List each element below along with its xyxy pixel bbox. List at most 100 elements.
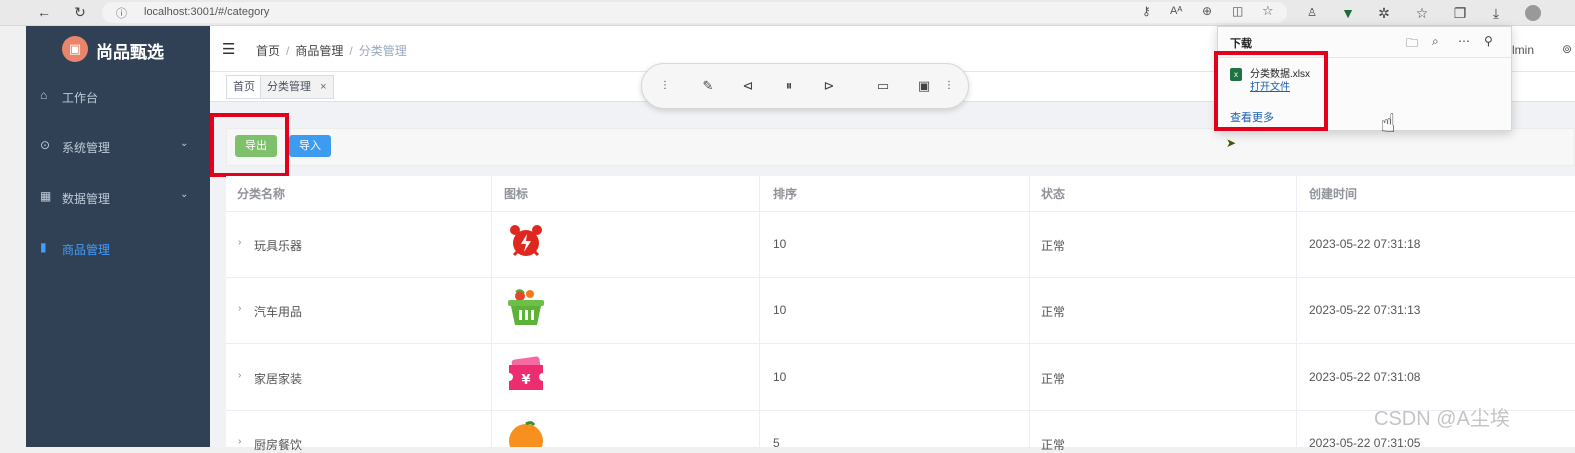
download-icon[interactable]: ⤓	[1486, 3, 1506, 23]
column-header-status: 状态	[1029, 176, 1296, 212]
mouse-pointer-icon: ➤	[1226, 136, 1237, 150]
cell-sort: 10	[773, 303, 787, 317]
chevron-down-icon: ⌄	[180, 189, 189, 200]
zoom-icon[interactable]: ⊕	[1202, 4, 1212, 18]
location-icon: ⊙	[40, 138, 51, 152]
extensions-icon[interactable]: ✲	[1374, 3, 1394, 23]
column-divider	[1296, 176, 1297, 447]
sidebar-item-product[interactable]: ▮ 商品管理	[26, 228, 210, 268]
column-divider	[1029, 176, 1030, 447]
sidebar-item-data[interactable]: ▦ 数据管理 ⌄	[26, 177, 210, 217]
hamburger-icon[interactable]: ☰	[222, 40, 235, 58]
cell-name: 玩具乐器	[254, 239, 303, 253]
cell-status: 正常	[1041, 239, 1066, 253]
info-icon[interactable]: ⓘ	[116, 5, 127, 21]
cell-sort: 10	[773, 237, 787, 251]
row-divider	[226, 410, 1575, 411]
expand-arrow-icon[interactable]: ›	[238, 436, 241, 447]
url-text: localhost:3001/#/category	[144, 6, 270, 18]
download-title: 下载	[1230, 38, 1252, 50]
more-icon[interactable]: ⋮	[940, 77, 958, 95]
settings-icon[interactable]: ⊚	[1562, 42, 1572, 56]
save-as-icon[interactable]: ▣	[915, 77, 933, 95]
open-folder-icon[interactable]: 🗀	[1406, 34, 1418, 55]
expand-arrow-icon[interactable]: ›	[238, 237, 241, 248]
read-aloud-icon[interactable]: Aᴬ	[1170, 5, 1182, 17]
cell-status: 正常	[1041, 372, 1066, 386]
expand-arrow-icon[interactable]: ›	[238, 370, 241, 381]
cell-created: 2023-05-22 07:31:13	[1309, 303, 1421, 317]
favorites-icon[interactable]: ☆	[1412, 3, 1432, 23]
extension-v-icon[interactable]: ▼	[1338, 3, 1358, 23]
next-icon[interactable]: ⊳	[820, 77, 838, 95]
more-icon[interactable]: ⋯	[1458, 34, 1470, 48]
collections-icon[interactable]: ❐	[1450, 3, 1470, 23]
basket-icon	[508, 289, 544, 325]
sidebar-item-label: 工作台	[62, 91, 99, 105]
column-header-sort: 排序	[759, 176, 1029, 212]
sidebar-item-label: 商品管理	[62, 243, 111, 257]
row-divider	[226, 343, 1575, 344]
column-divider	[759, 176, 760, 447]
action-bar	[226, 128, 1575, 166]
watermark: CSDN @A尘埃	[1374, 408, 1510, 430]
cell-created: 2023-05-22 07:31:18	[1309, 237, 1421, 251]
tab-label: 分类管理	[267, 81, 311, 93]
svg-text:¥: ¥	[521, 373, 530, 388]
bar-chart-icon: ▮	[40, 240, 47, 254]
drag-handle-icon[interactable]: ⋮	[656, 77, 674, 95]
close-icon[interactable]: ×	[320, 81, 326, 93]
sidebar-item-dashboard[interactable]: ⌂ 工作台	[26, 76, 210, 116]
breadcrumb: 首页 / 商品管理 / 分类管理	[256, 44, 407, 58]
cell-name: 家居家装	[254, 372, 303, 386]
cell-sort: 10	[773, 370, 787, 384]
pin-icon[interactable]: ⚲	[1484, 34, 1493, 48]
ticket-icon: ¥	[509, 356, 543, 390]
column-divider	[491, 176, 492, 447]
edit-icon[interactable]: ✎	[699, 77, 717, 95]
user-name[interactable]: lmin	[1512, 43, 1534, 57]
highlight-box-download	[1214, 51, 1328, 131]
breadcrumb-product[interactable]: 商品管理	[295, 44, 343, 58]
split-screen-icon[interactable]: ◫	[1232, 4, 1243, 18]
column-header-icon: 图标	[491, 176, 759, 212]
grid-icon: ▦	[40, 189, 52, 203]
back-icon[interactable]: ←	[34, 2, 54, 22]
breadcrumb-current: 分类管理	[358, 44, 407, 58]
sidebar: ▣ 尚品甄选 ⌂ 工作台 ⊙ 系统管理 ⌄ ▦ 数据管理 ⌄ ▮ 商品管理	[26, 26, 210, 447]
cell-status: 正常	[1041, 438, 1066, 452]
tab-home[interactable]: 首页	[226, 75, 262, 99]
home-icon: ⌂	[40, 88, 48, 102]
import-button[interactable]: 导入	[289, 135, 331, 157]
browser-toolbar: ← ↻ ⓘ localhost:3001/#/category ⚷ Aᴬ ⊕ ◫…	[0, 0, 1575, 26]
orange-icon	[509, 421, 543, 447]
cell-name: 厨房餐饮	[254, 438, 303, 452]
expand-arrow-icon[interactable]: ›	[238, 303, 241, 314]
logo-icon: ▣	[62, 36, 88, 62]
cell-created: 2023-05-22 07:31:08	[1309, 370, 1421, 384]
key-icon[interactable]: ⚷	[1142, 4, 1151, 18]
favorite-add-icon[interactable]: ☆	[1262, 3, 1274, 19]
sidebar-item-label: 数据管理	[62, 192, 111, 206]
sidebar-item-label: 系统管理	[62, 141, 111, 155]
column-header-name: 分类名称	[226, 176, 491, 212]
floating-media-toolbar: ⋮ ✎ ⊲ ⏸ ⊳ ▭ ▣ ⋮	[641, 63, 969, 109]
breadcrumb-home[interactable]: 首页	[256, 44, 280, 58]
row-divider	[226, 277, 1575, 278]
cell-created: 2023-05-22 07:31:05	[1309, 436, 1421, 450]
tab-category[interactable]: 分类管理 ×	[260, 75, 334, 99]
save-icon[interactable]: ▭	[874, 77, 892, 95]
logo-text: 尚品甄选	[96, 43, 164, 62]
address-bar[interactable]: ⓘ localhost:3001/#/category ⚷ Aᴬ ⊕ ◫ ☆	[102, 2, 1287, 23]
previous-icon[interactable]: ⊲	[739, 77, 757, 95]
hand-cursor-icon: ☝	[1380, 108, 1396, 138]
highlight-box-export	[210, 113, 289, 177]
profile-avatar[interactable]	[1525, 5, 1541, 21]
cell-status: 正常	[1041, 305, 1066, 319]
search-icon[interactable]: ⌕	[1432, 34, 1439, 49]
extension-user-icon[interactable]: ♙	[1302, 3, 1322, 23]
refresh-icon[interactable]: ↻	[70, 2, 90, 22]
column-header-created: 创建时间	[1296, 176, 1575, 212]
pause-icon[interactable]: ⏸	[780, 77, 798, 95]
sidebar-item-system[interactable]: ⊙ 系统管理 ⌄	[26, 126, 210, 166]
